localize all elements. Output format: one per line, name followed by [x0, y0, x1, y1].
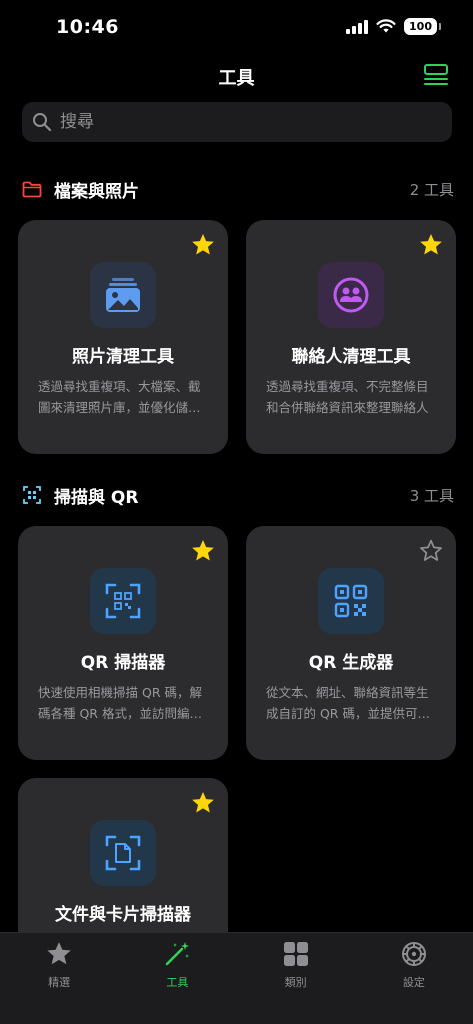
card-description: 從文本、網址、聯絡資訊等生成自訂的 QR 碼，並提供可… — [266, 685, 430, 721]
folder-icon — [22, 179, 42, 199]
page-title: 工具 — [218, 68, 255, 89]
tool-card-contacts-cleaner[interactable]: 聯絡人清理工具 透過尋找重複項、不完整條目和合併聯絡資訊來整理聯絡人 — [246, 220, 456, 454]
gear-icon — [399, 939, 429, 969]
magic-wand-icon — [162, 939, 192, 969]
star-filled-icon[interactable] — [190, 232, 216, 258]
tool-card-photo-cleaner[interactable]: 照片清理工具 透過尋找重複項、大檔案、截圖來清理照片庫，並優化儲… — [18, 220, 228, 454]
wifi-icon — [376, 19, 396, 33]
tab-settings[interactable]: 設定 — [355, 933, 473, 1024]
section-title: 檔案與照片 — [54, 181, 139, 202]
search-bar[interactable] — [22, 102, 452, 142]
card-description: 透過尋找重複項、大檔案、截圖來清理照片庫，並優化儲… — [38, 379, 201, 415]
tab-label: 精選 — [48, 976, 71, 989]
qr-code-icon — [318, 568, 384, 634]
tab-categories[interactable]: 類別 — [237, 933, 355, 1024]
card-title: 文件與卡片掃描器 — [55, 905, 191, 925]
photo-stack-icon — [90, 262, 156, 328]
card-title: QR 生成器 — [308, 653, 394, 673]
section-title: 掃描與 QR — [54, 487, 139, 508]
tool-card-qr-generator[interactable]: QR 生成器 從文本、網址、聯絡資訊等生成自訂的 QR 碼，並提供可… — [246, 526, 456, 760]
card-title: QR 掃描器 — [80, 653, 166, 673]
tab-bar: 精選 工具 類別 設定 — [0, 932, 473, 1024]
star-filled-icon[interactable] — [190, 538, 216, 564]
tab-tools[interactable]: 工具 — [118, 933, 236, 1024]
star-outline-icon[interactable] — [418, 538, 444, 564]
card-title: 聯絡人清理工具 — [291, 347, 411, 367]
card-description: 透過尋找重複項、不完整條目和合併聯絡資訊來整理聯絡人 — [266, 379, 429, 415]
search-icon — [33, 113, 52, 132]
star-filled-icon[interactable] — [418, 232, 444, 258]
cellular-signal-icon — [346, 19, 369, 34]
tab-label: 類別 — [284, 976, 307, 989]
document-scan-icon — [90, 820, 156, 886]
tool-card-qr-scanner[interactable]: QR 掃描器 快速使用相機掃描 QR 碼，解碼各種 QR 格式，並訪問編… — [18, 526, 228, 760]
qr-viewfinder-icon — [22, 485, 42, 505]
status-time: 10:46 — [56, 16, 119, 38]
section-header-scan-qr: 掃描與 QR 3 工具 — [22, 483, 454, 508]
contacts-icon — [318, 262, 384, 328]
status-icons: 100 — [346, 18, 441, 35]
card-description: 快速使用相機掃描 QR 碼，解碼各種 QR 格式，並訪問編… — [38, 685, 202, 721]
section-count: 3 工具 — [409, 486, 454, 505]
grid-icon — [281, 939, 311, 969]
qr-scan-icon — [90, 568, 156, 634]
search-input[interactable] — [60, 112, 440, 132]
star-icon — [44, 939, 74, 969]
section-header-files-photos: 檔案與照片 2 工具 — [22, 177, 454, 202]
tab-label: 工具 — [166, 976, 189, 989]
battery-indicator: 100 — [404, 18, 441, 35]
tab-label: 設定 — [402, 976, 425, 989]
card-title: 照片清理工具 — [72, 347, 174, 367]
star-filled-icon[interactable] — [190, 790, 216, 816]
tab-featured[interactable]: 精選 — [0, 933, 118, 1024]
status-bar: 10:46 100 — [0, 0, 473, 56]
section-count: 2 工具 — [409, 180, 454, 199]
list-view-icon[interactable] — [423, 62, 449, 88]
